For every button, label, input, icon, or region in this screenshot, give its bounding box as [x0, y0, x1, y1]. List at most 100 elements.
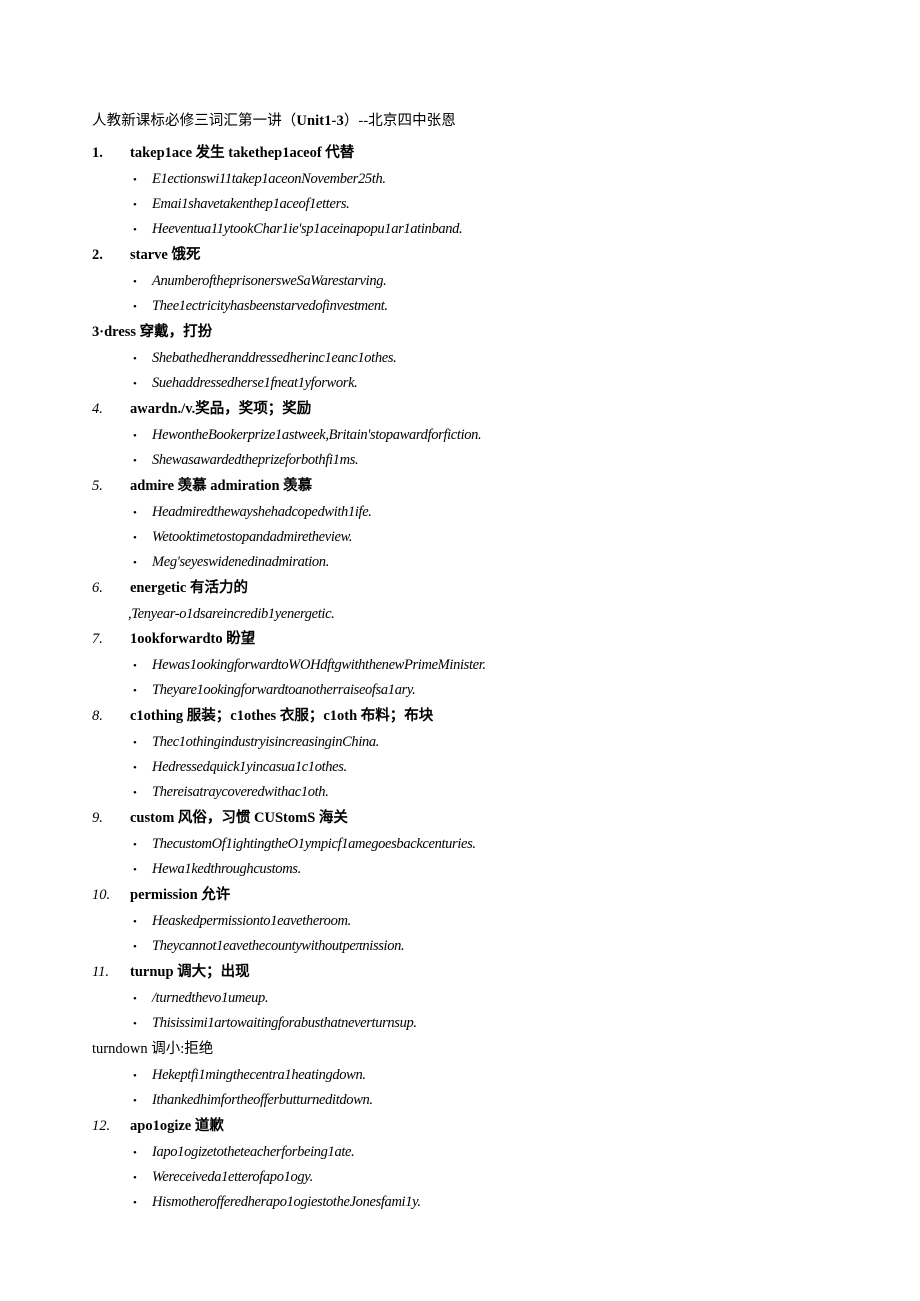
page-title-suffix: ）--北京四中张恩 [343, 113, 456, 129]
vocab-entry-number: 8. [92, 708, 103, 724]
example-sentence-text: Emai1shavetakenthep1aceof1etters. [152, 196, 350, 212]
example-sentence-row: • ThecustomOf1ightingtheO1ympicf1amegoesb… [92, 832, 832, 857]
example-sentence-row: • Hekeptfi1mingthecentra1heatingdown. [92, 1063, 832, 1088]
example-sentence-text: AnumberoftheprisonersweSaWarestarving. [152, 273, 387, 289]
example-sentence-text: Theyare1ookingforwardtoanotherraiseofsa1… [152, 682, 416, 698]
vocab-entry-term: admire 羡慕 admiration 羡慕 [130, 478, 313, 494]
bullet-icon: • [133, 762, 137, 774]
example-sentence-text: Wetooktimetostopandadmiretheview. [152, 529, 353, 545]
example-sentence-row: • Iapo1ogizetotheteacherforbeing1ate. [92, 1140, 832, 1165]
example-sentence-row: • Headmiredthewayshehadcopedwith1ife. [92, 500, 832, 525]
vocabulary-list: 1. takep1ace 发生 takethep1aceof 代替 • E1ectio… [92, 140, 832, 1215]
vocab-entry: 8. c1othing 服装；c1othes 衣服；c1oth 布料；布块 [92, 703, 832, 730]
vocab-entry-term: takep1ace 发生 takethep1aceof 代替 [130, 145, 355, 161]
vocab-entry: 3·dress 穿戴，打扮 [92, 319, 832, 346]
document-body: 人教新课标必修三词汇第一讲（Unit1-3）--北京四中张恩 1. takep1a… [92, 108, 832, 1215]
example-sentence-text: Meg'seyeswidenedinadmiration. [152, 554, 329, 570]
vocab-entry: 10. permission 允许 [92, 882, 832, 909]
bullet-icon: • [133, 378, 137, 390]
example-sentence-text: Thisissimi1artowaitingforabusthatnevertu… [152, 1015, 417, 1031]
example-sentence-text: ,Tenyear-o1dsareincredib1yenergetic. [128, 606, 335, 622]
vocab-entry-number: 7. [92, 631, 103, 647]
example-sentence-row: • Ithankedhimfortheofferbutturneditdown. [92, 1088, 832, 1113]
vocab-entry: 11. turnup 调大；出现 [92, 959, 832, 986]
vocab-entry-term: turndown 调小:拒绝 [92, 1041, 214, 1057]
vocab-entry-number: 11. [92, 964, 110, 980]
bullet-icon: • [133, 532, 137, 544]
bullet-icon: • [133, 507, 137, 519]
bullet-icon: • [133, 737, 137, 749]
example-sentence-row: • Hewas1ookingforwardtoWOHdftgwiththenewP… [92, 653, 832, 678]
bullet-icon: • [133, 1172, 137, 1184]
example-sentence-text: /turnedthevo1umeup. [152, 990, 269, 1006]
vocab-entry-number: 6. [92, 580, 103, 596]
example-sentence-row: • Theycannot1eavethecountywithoutpeπnissi… [92, 934, 832, 959]
example-sentence-row: • Heeventua11ytookChar1ie'sp1aceinapopu1a… [92, 217, 832, 242]
example-sentence-text: ThecustomOf1ightingtheO1ympicf1amegoesba… [152, 836, 476, 852]
vocab-entry-number: 10. [92, 887, 111, 903]
example-sentence-text: Wereceiveda1etterofapo1ogy. [152, 1169, 313, 1185]
bullet-icon: • [133, 1018, 137, 1030]
vocab-entry-number: 9. [92, 810, 103, 826]
vocab-entry-term: awardn./v.奖品，奖项；奖励 [130, 401, 312, 417]
vocab-entry-term: c1othing 服装；c1othes 衣服；c1oth 布料；布块 [130, 708, 434, 724]
example-sentence-text: Hekeptfi1mingthecentra1heatingdown. [152, 1067, 366, 1083]
example-sentence-text: Shewasawardedtheprizeforbothfi1ms. [152, 452, 359, 468]
example-sentence-text: Theycannot1eavethecountywithoutpeπnissio… [152, 938, 405, 954]
example-sentence-row: • E1ectionswi11takep1aceonNovember25th. [92, 167, 832, 192]
bullet-icon: • [133, 224, 137, 236]
example-sentence-row: • Wereceiveda1etterofapo1ogy. [92, 1165, 832, 1190]
example-sentence-text: Hedressedquick1yincasua1c1othes. [152, 759, 347, 775]
bullet-icon: • [133, 1197, 137, 1209]
vocab-entry-term: 3·dress 穿戴，打扮 [92, 324, 213, 340]
example-sentence-row: •,Tenyear-o1dsareincredib1yenergetic. [92, 602, 832, 626]
bullet-icon: • [133, 557, 137, 569]
bullet-icon: • [133, 839, 137, 851]
example-sentence-row: • Shewasawardedtheprizeforbothfi1ms. [92, 448, 832, 473]
example-sentence-text: Ithankedhimfortheofferbutturneditdown. [152, 1092, 373, 1108]
example-sentence-row: • Thisissimi1artowaitingforabusthatnevert… [92, 1011, 832, 1036]
example-sentence-row: • Theyare1ookingforwardtoanotherraiseofsa… [92, 678, 832, 703]
bullet-icon: • [133, 430, 137, 442]
vocab-entry: 12. apo1ogize 道歉 [92, 1113, 832, 1140]
vocab-entry-term: turnup 调大；出现 [130, 964, 250, 980]
example-sentence-text: Hismotherofferedherapo1ogiestotheJonesfa… [152, 1194, 421, 1210]
example-sentence-text: Suehaddressedherse1fneat1yforwork. [152, 375, 358, 391]
example-sentence-row: • Thereisatraycoveredwithac1oth. [92, 780, 832, 805]
bullet-icon: • [133, 1095, 137, 1107]
vocab-entry: turndown 调小:拒绝 [92, 1036, 832, 1063]
bullet-icon: • [133, 455, 137, 467]
example-sentence-row: • Suehaddressedherse1fneat1yforwork. [92, 371, 832, 396]
example-sentence-row: • HewontheBookerprize1astweek,Britain'sto… [92, 423, 832, 448]
example-sentence-row: • AnumberoftheprisonersweSaWarestarving. [92, 269, 832, 294]
example-sentence-text: E1ectionswi11takep1aceonNovember25th. [152, 171, 386, 187]
bullet-icon: • [133, 916, 137, 928]
example-sentence-row: • Shebathedheranddressedherinc1eanc1othes… [92, 346, 832, 371]
page-title: 人教新课标必修三词汇第一讲（Unit1-3）--北京四中张恩 [92, 108, 832, 134]
bullet-icon: • [133, 276, 137, 288]
example-sentence-row: • Meg'seyeswidenedinadmiration. [92, 550, 832, 575]
bullet-icon: • [133, 301, 137, 313]
vocab-entry: 6. energetic 有活力的 [92, 575, 832, 602]
bullet-icon: • [133, 353, 137, 365]
vocab-entry-term: starve 饿死 [130, 247, 201, 263]
vocab-entry-term: apo1ogize 道歉 [130, 1118, 224, 1134]
vocab-entry-number: 1. [92, 145, 103, 161]
example-sentence-text: Shebathedheranddressedherinc1eanc1othes. [152, 350, 397, 366]
vocab-entry-term: energetic 有活力的 [130, 580, 248, 596]
vocab-entry: 5. admire 羡慕 admiration 羡慕 [92, 473, 832, 500]
bullet-icon: • [133, 199, 137, 211]
bullet-icon: • [133, 660, 137, 672]
bullet-icon: • [133, 685, 137, 697]
vocab-entry-number: 4. [92, 401, 103, 417]
example-sentence-text: Heeventua11ytookChar1ie'sp1aceinapopu1ar… [152, 221, 463, 237]
bullet-icon: • [133, 993, 137, 1005]
bullet-icon: • [133, 941, 137, 953]
vocab-entry-term: permission 允许 [130, 887, 231, 903]
example-sentence-text: Thereisatraycoveredwithac1oth. [152, 784, 329, 800]
vocab-entry-number: 5. [92, 478, 103, 494]
example-sentence-text: HewontheBookerprize1astweek,Britain'stop… [152, 427, 482, 443]
vocab-entry-number: 12. [92, 1118, 111, 1134]
bullet-icon: • [133, 174, 137, 186]
vocab-entry: 9. custom 风俗，习惯 CUStomS 海关 [92, 805, 832, 832]
